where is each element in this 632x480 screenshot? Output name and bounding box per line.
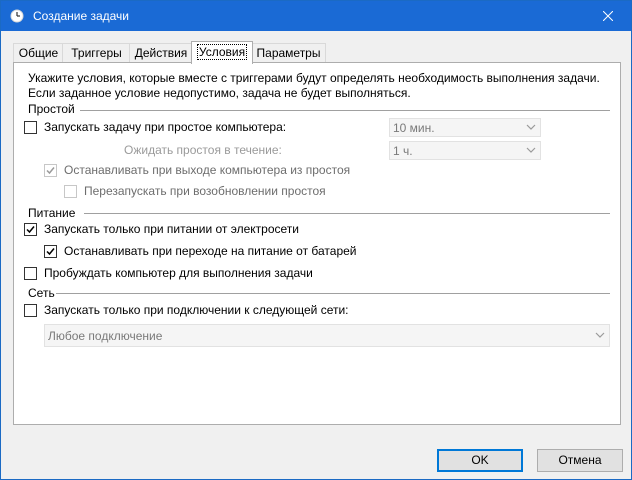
network-only-checkbox[interactable] [24, 304, 37, 317]
wake-to-run-label: Пробуждать компьютер для выполнения зада… [44, 266, 313, 280]
chevron-down-icon [526, 147, 536, 153]
chevron-down-icon [595, 332, 605, 338]
network-connection-select[interactable]: Любое подключение [44, 324, 610, 347]
power-group-label: Питание [28, 206, 76, 220]
ac-power-only-label: Запускать только при питании от электрос… [44, 222, 299, 236]
stop-on-idle-end-checkbox[interactable] [44, 164, 57, 177]
title-bar: Создание задачи [1, 1, 631, 31]
wait-idle-select[interactable]: 1 ч. [389, 141, 541, 160]
wake-to-run-checkbox[interactable] [24, 267, 37, 280]
checkmark-icon [46, 248, 55, 256]
stop-on-idle-end-label: Останавливать при выходе компьютера из п… [64, 163, 351, 177]
restart-on-idle-label: Перезапускать при возобновлении простоя [84, 184, 326, 198]
checkmark-icon [26, 226, 35, 234]
create-task-dialog: Создание задачи Общие Триггеры Действия … [0, 0, 632, 480]
close-button[interactable] [585, 1, 631, 31]
conditions-panel: Укажите условия, которые вместе с тригге… [13, 62, 621, 425]
tab-general[interactable]: Общие [13, 43, 64, 63]
stop-on-battery-checkbox[interactable] [44, 245, 57, 258]
tab-conditions[interactable]: Условия [191, 41, 253, 64]
power-group-divider [84, 213, 610, 214]
chevron-down-icon [526, 124, 536, 130]
clock-icon [10, 9, 24, 23]
network-group-label: Сеть [28, 286, 55, 300]
ok-button[interactable]: OK [437, 449, 523, 472]
network-only-label: Запускать только при подключении к следу… [44, 303, 349, 317]
stop-on-battery-label: Останавливать при переходе на питание от… [64, 244, 357, 258]
idle-duration-select[interactable]: 10 мин. [389, 118, 541, 137]
intro-text-line1: Укажите условия, которые вместе с тригге… [28, 71, 600, 85]
start-if-idle-checkbox[interactable] [24, 121, 37, 134]
wait-idle-label: Ожидать простоя в течение: [124, 143, 282, 157]
idle-group-divider [80, 110, 610, 111]
tab-actions[interactable]: Действия [129, 43, 193, 63]
close-icon [602, 10, 614, 22]
restart-on-idle-checkbox[interactable] [64, 185, 77, 198]
window-title: Создание задачи [33, 9, 129, 23]
wait-idle-value: 1 ч. [393, 144, 413, 158]
cancel-button[interactable]: Отмена [537, 449, 623, 472]
checkmark-icon [46, 167, 55, 175]
intro-text-line2: Если заданное условие недопустимо, задач… [28, 86, 411, 100]
idle-group-label: Простой [28, 102, 75, 116]
start-if-idle-label: Запускать задачу при простое компьютера: [44, 120, 287, 134]
network-group-divider [56, 293, 610, 294]
idle-duration-value: 10 мин. [393, 121, 435, 135]
network-connection-value: Любое подключение [48, 329, 163, 343]
tab-settings[interactable]: Параметры [251, 43, 326, 63]
ac-power-only-checkbox[interactable] [24, 223, 37, 236]
tab-triggers[interactable]: Триггеры [62, 43, 131, 63]
